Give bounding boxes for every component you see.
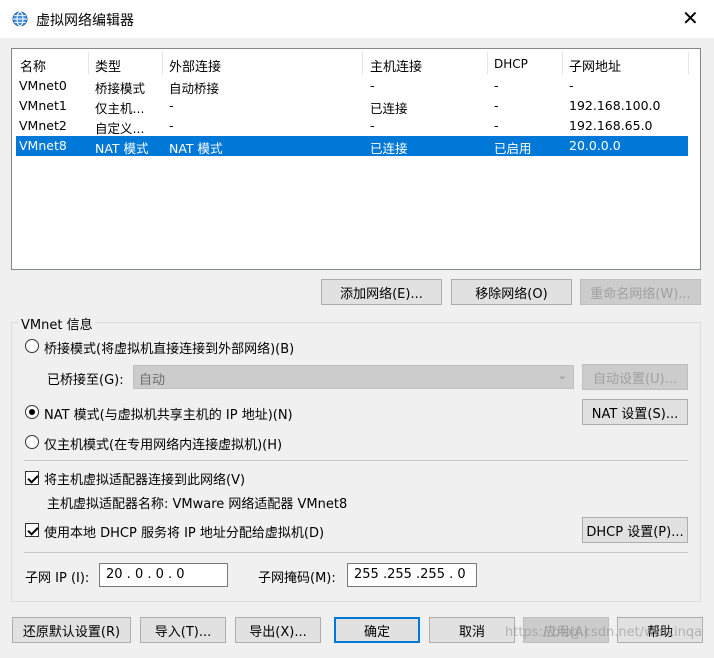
- bridged-to-label: 已桥接至(G):: [47, 373, 124, 388]
- bridged-to-select[interactable]: 自动 ⌄: [133, 365, 574, 389]
- ok-button[interactable]: 确定: [334, 617, 420, 643]
- header-divider: [88, 52, 89, 74]
- cell-type: 仅主机...: [95, 101, 145, 116]
- bridge-mode-radio[interactable]: [25, 339, 39, 353]
- cell-type: 自定义...: [95, 121, 145, 136]
- divider: [24, 460, 688, 461]
- close-icon[interactable]: ✕: [682, 8, 699, 28]
- auto-settings-button[interactable]: 自动设置(U)...: [582, 364, 688, 390]
- column-header-host[interactable]: 主机连接: [370, 56, 422, 75]
- cell-type: 桥接模式: [95, 81, 146, 96]
- cell-dhcp: -: [494, 98, 499, 113]
- subnet-ip-label: 子网 IP (I):: [25, 571, 90, 586]
- bridged-to-value: 自动: [139, 373, 166, 388]
- divider: [24, 552, 688, 553]
- cell-name: VMnet0: [19, 78, 67, 93]
- column-header-name[interactable]: 名称: [20, 56, 46, 75]
- cell-type: NAT 模式: [95, 141, 149, 156]
- subnet-mask-field[interactable]: 255 .255 .255 . 0: [347, 563, 477, 587]
- cell-external: NAT 模式: [169, 141, 223, 156]
- use-dhcp-label[interactable]: 使用本地 DHCP 服务将 IP 地址分配给虚拟机(D): [44, 522, 324, 541]
- cell-name: VMnet8: [19, 138, 67, 153]
- cell-host: 已连接: [370, 141, 408, 156]
- cell-subnet: 192.168.65.0: [569, 118, 653, 133]
- subnet-ip-field[interactable]: 20 . 0 . 0 . 0: [99, 563, 228, 587]
- host-only-radio[interactable]: [25, 435, 39, 449]
- nat-mode-label[interactable]: NAT 模式(与虚拟机共享主机的 IP 地址)(N): [44, 404, 293, 423]
- table-row[interactable]: VMnet2 自定义... - - - 192.168.65.0: [16, 116, 688, 136]
- subnet-mask-label: 子网掩码(M):: [258, 571, 336, 586]
- nat-mode-radio[interactable]: [25, 405, 39, 419]
- cell-host: 已连接: [370, 101, 408, 116]
- cell-dhcp: -: [494, 78, 499, 93]
- cell-dhcp: -: [494, 118, 499, 133]
- header-divider: [487, 52, 488, 74]
- import-button[interactable]: 导入(T)...: [140, 617, 226, 643]
- table-row[interactable]: VMnet0 桥接模式 自动桥接 - - -: [16, 76, 688, 96]
- table-row[interactable]: VMnet1 仅主机... - 已连接 - 192.168.100.0: [16, 96, 688, 116]
- chevron-down-icon: ⌄: [557, 369, 567, 382]
- header-divider: [362, 52, 363, 74]
- cell-host: -: [370, 78, 375, 93]
- header-divider: [562, 52, 563, 74]
- cell-name: VMnet1: [19, 98, 67, 113]
- group-label: VMnet 信息: [19, 314, 95, 333]
- watermark: https://blog.csdn.net/weixinqa: [505, 625, 703, 640]
- cell-host: -: [370, 118, 375, 133]
- column-header-subnet[interactable]: 子网地址: [569, 56, 621, 75]
- cancel-button[interactable]: 取消: [429, 617, 515, 643]
- remove-network-button[interactable]: 移除网络(O): [451, 279, 572, 305]
- bridge-mode-label[interactable]: 桥接模式(将虚拟机直接连接到外部网络)(B): [44, 338, 294, 357]
- use-dhcp-checkbox[interactable]: [25, 523, 39, 537]
- nat-settings-button[interactable]: NAT 设置(S)...: [582, 399, 688, 425]
- cell-subnet: -: [569, 78, 574, 93]
- cell-name: VMnet2: [19, 118, 67, 133]
- host-only-label[interactable]: 仅主机模式(在专用网络内连接虚拟机)(H): [44, 434, 282, 453]
- column-header-external[interactable]: 外部连接: [169, 56, 221, 75]
- dhcp-settings-button[interactable]: DHCP 设置(P)...: [582, 517, 688, 543]
- cell-subnet: 20.0.0.0: [569, 138, 621, 153]
- header-divider: [688, 52, 689, 74]
- cell-dhcp: 已启用: [494, 141, 532, 156]
- cell-external: 自动桥接: [169, 81, 220, 96]
- cell-external: -: [169, 118, 174, 133]
- window-title: 虚拟网络编辑器: [36, 13, 134, 29]
- export-button[interactable]: 导出(X)...: [235, 617, 321, 643]
- cell-subnet: 192.168.100.0: [569, 98, 661, 113]
- column-header-dhcp[interactable]: DHCP: [494, 57, 528, 71]
- header-divider: [162, 52, 163, 74]
- column-header-type[interactable]: 类型: [95, 56, 121, 75]
- adapter-name-text: 主机虚拟适配器名称: VMware 网络适配器 VMnet8: [47, 497, 348, 512]
- network-globe-icon: [12, 11, 28, 27]
- rename-network-button[interactable]: 重命名网络(W)...: [580, 279, 701, 305]
- cell-external: -: [169, 98, 174, 113]
- connect-adapter-checkbox[interactable]: [25, 471, 39, 485]
- table-row-selected[interactable]: VMnet8 NAT 模式 NAT 模式 已连接 已启用 20.0.0.0: [16, 136, 688, 156]
- restore-defaults-button[interactable]: 还原默认设置(R): [12, 617, 131, 643]
- connect-adapter-label[interactable]: 将主机虚拟适配器连接到此网络(V): [44, 469, 245, 488]
- add-network-button[interactable]: 添加网络(E)...: [321, 279, 442, 305]
